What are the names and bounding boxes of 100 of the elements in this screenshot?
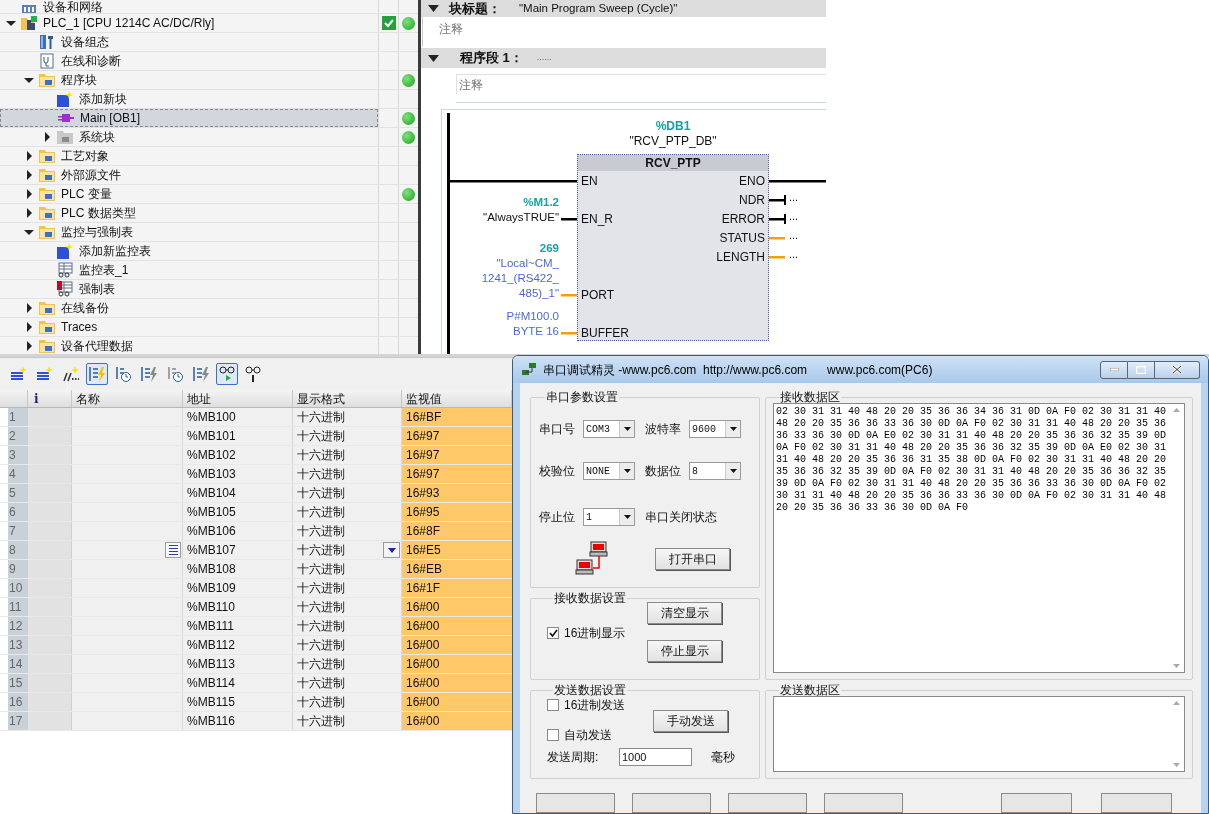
push-button[interactable]: 手动发送: [653, 710, 729, 732]
name-cell[interactable]: [72, 427, 183, 445]
tree-item[interactable]: Traces: [0, 318, 378, 336]
expand-arrow-icon[interactable]: [24, 189, 34, 199]
name-cell[interactable]: [72, 674, 183, 692]
name-cell[interactable]: [72, 503, 183, 521]
send-text-area[interactable]: [773, 696, 1185, 772]
scroll-up-icon[interactable]: [1173, 701, 1180, 705]
field-label: 波特率: [645, 421, 682, 438]
column-header[interactable]: 显示格式: [293, 390, 402, 407]
expand-arrow-icon[interactable]: [24, 208, 34, 218]
name-cell[interactable]: [72, 541, 183, 559]
dropdown[interactable]: 1: [583, 508, 635, 526]
tree-item[interactable]: PLC 数据类型: [0, 204, 378, 222]
toolbar-button[interactable]: [216, 363, 238, 385]
period-input[interactable]: 1000: [619, 748, 692, 766]
checkbox[interactable]: [547, 729, 559, 741]
dropdown[interactable]: NONE: [583, 462, 635, 480]
expand-arrow-icon[interactable]: [24, 303, 34, 313]
dropdown[interactable]: COM3: [583, 420, 635, 438]
column-header[interactable]: 名称: [72, 390, 183, 407]
tree-item[interactable]: 添加新块: [0, 90, 378, 108]
format-cell-text: 十六进制: [297, 408, 345, 426]
collapse-arrow-icon[interactable]: [24, 227, 34, 237]
address-cell: %MB101: [183, 427, 293, 445]
expand-arrow-icon[interactable]: [24, 151, 34, 161]
address-cell: %MB106: [183, 522, 293, 540]
collapse-arrow-icon[interactable]: [6, 18, 16, 28]
name-cell[interactable]: [72, 579, 183, 597]
tree-item[interactable]: 监控表_1: [0, 261, 378, 279]
function-block[interactable]: RCV_PTP EN EN_R PORT BUFFER ENO NDR ERROR STATUS LENGTH: [577, 154, 769, 341]
push-button[interactable]: 打开串口: [655, 548, 730, 570]
tree-item[interactable]: 设备代理数据: [0, 337, 378, 354]
name-cell[interactable]: [72, 560, 183, 578]
column-header[interactable]: 地址: [183, 390, 293, 407]
tree-item[interactable]: 在线备份: [0, 299, 378, 317]
push-button[interactable]: 停止显示: [647, 640, 723, 662]
dropdown[interactable]: 8: [689, 462, 741, 480]
push-button[interactable]: [1101, 793, 1172, 813]
tree-item[interactable]: 程序块: [0, 71, 378, 89]
checkbox[interactable]: [547, 627, 559, 639]
tree-item[interactable]: 在线和诊断: [0, 52, 378, 70]
name-cell[interactable]: [72, 484, 183, 502]
tree-item[interactable]: 设备和网络: [0, 0, 378, 13]
scroll-down-icon[interactable]: [1173, 763, 1180, 767]
tree-item[interactable]: 添加新监控表: [0, 242, 378, 260]
operand-field[interactable]: ...: [789, 229, 799, 241]
tree-item[interactable]: Main [OB1]: [0, 109, 378, 127]
operand-field[interactable]: ...: [789, 191, 799, 203]
name-cell[interactable]: [72, 693, 183, 711]
monitor-value-cell: 16#97: [402, 465, 512, 483]
tree-item[interactable]: 外部源文件: [0, 166, 378, 184]
collapse-arrow-icon[interactable]: [428, 54, 439, 62]
glasses-icon: [244, 365, 262, 383]
name-cell[interactable]: [72, 522, 183, 540]
name-cell[interactable]: [72, 446, 183, 464]
push-button[interactable]: [1001, 793, 1072, 813]
dropdown-button[interactable]: [383, 542, 400, 558]
checkbox[interactable]: [547, 699, 559, 711]
close-button[interactable]: [1155, 360, 1200, 379]
maximize-button[interactable]: [1128, 360, 1155, 379]
network-comment-field[interactable]: 注释: [456, 74, 826, 94]
push-button[interactable]: [728, 793, 807, 813]
scroll-up-icon[interactable]: [1173, 408, 1180, 412]
browse-button[interactable]: [165, 542, 181, 558]
tree-item[interactable]: PLC 变量: [0, 185, 378, 203]
tree-item[interactable]: 工艺对象: [0, 147, 378, 165]
receive-text-area[interactable]: [773, 403, 1185, 673]
expand-arrow-icon[interactable]: [24, 170, 34, 180]
operand-field[interactable]: ...: [789, 248, 799, 260]
collapse-arrow-icon[interactable]: [24, 75, 34, 85]
tree-item[interactable]: 设备组态: [0, 33, 378, 51]
column-header[interactable]: i: [28, 390, 72, 407]
name-cell[interactable]: [72, 598, 183, 616]
tree-item[interactable]: 监控与强制表: [0, 223, 378, 241]
toolbar-button[interactable]: [242, 363, 264, 385]
name-cell[interactable]: [72, 655, 183, 673]
push-button[interactable]: [536, 793, 615, 813]
name-cell[interactable]: [72, 465, 183, 483]
tree-item[interactable]: 强制表: [0, 280, 378, 298]
collapse-arrow-icon[interactable]: [428, 5, 439, 12]
name-cell[interactable]: [72, 712, 183, 730]
tree-item[interactable]: PLC_1 [CPU 1214C AC/DC/Rly]: [0, 14, 378, 32]
expand-arrow-icon[interactable]: [24, 341, 34, 351]
name-cell[interactable]: [72, 636, 183, 654]
tree-item[interactable]: 系统块: [0, 128, 378, 146]
name-cell[interactable]: [72, 408, 183, 426]
operand-field[interactable]: ...: [789, 210, 799, 222]
operand-address: 269: [539, 241, 559, 256]
minimize-button[interactable]: [1100, 360, 1128, 379]
scroll-down-icon[interactable]: [1173, 664, 1180, 668]
push-button[interactable]: 清空显示: [647, 602, 723, 624]
pin-label: PORT: [581, 288, 615, 302]
push-button[interactable]: [632, 793, 711, 813]
push-button[interactable]: [824, 793, 903, 813]
expand-arrow-icon[interactable]: [24, 322, 34, 332]
expand-arrow-icon[interactable]: [42, 132, 52, 142]
name-cell[interactable]: [72, 617, 183, 635]
folder-icon: [39, 338, 55, 354]
dropdown[interactable]: 9600: [689, 420, 741, 438]
